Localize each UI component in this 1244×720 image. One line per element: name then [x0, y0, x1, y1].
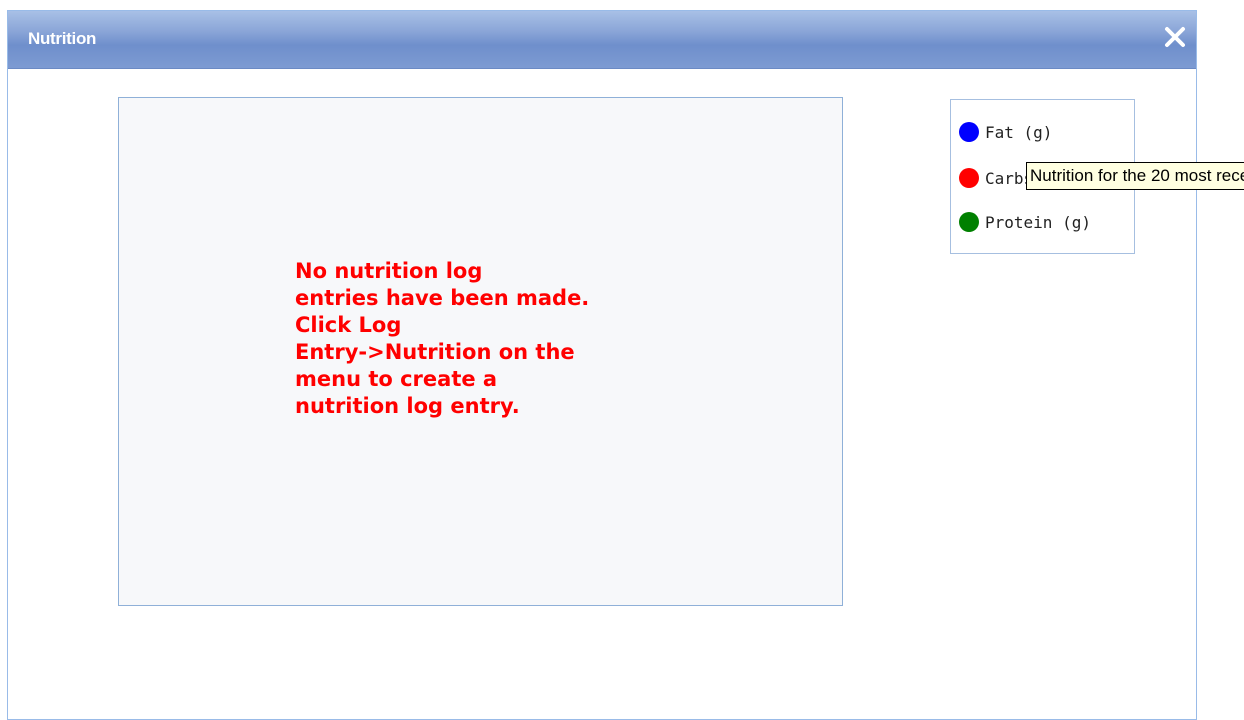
close-icon	[1165, 27, 1185, 47]
legend-item-fat[interactable]: Fat (g)	[959, 120, 1052, 144]
legend-item-protein[interactable]: Protein (g)	[959, 210, 1091, 234]
tooltip: Nutrition for the 20 most recent days	[1026, 162, 1244, 190]
red-dot-icon	[959, 168, 979, 188]
green-dot-icon	[959, 212, 979, 232]
no-data-message: No nutrition log entries have been made.…	[295, 259, 590, 418]
legend-label: Protein (g)	[985, 212, 1091, 232]
window-titlebar[interactable]: Nutrition	[8, 11, 1196, 69]
chart-area: No nutrition log entries have been made.…	[118, 97, 843, 606]
blue-dot-icon	[959, 122, 979, 142]
window-title: Nutrition	[28, 29, 97, 48]
close-button[interactable]	[1162, 24, 1188, 50]
legend-label: Fat (g)	[985, 122, 1053, 142]
